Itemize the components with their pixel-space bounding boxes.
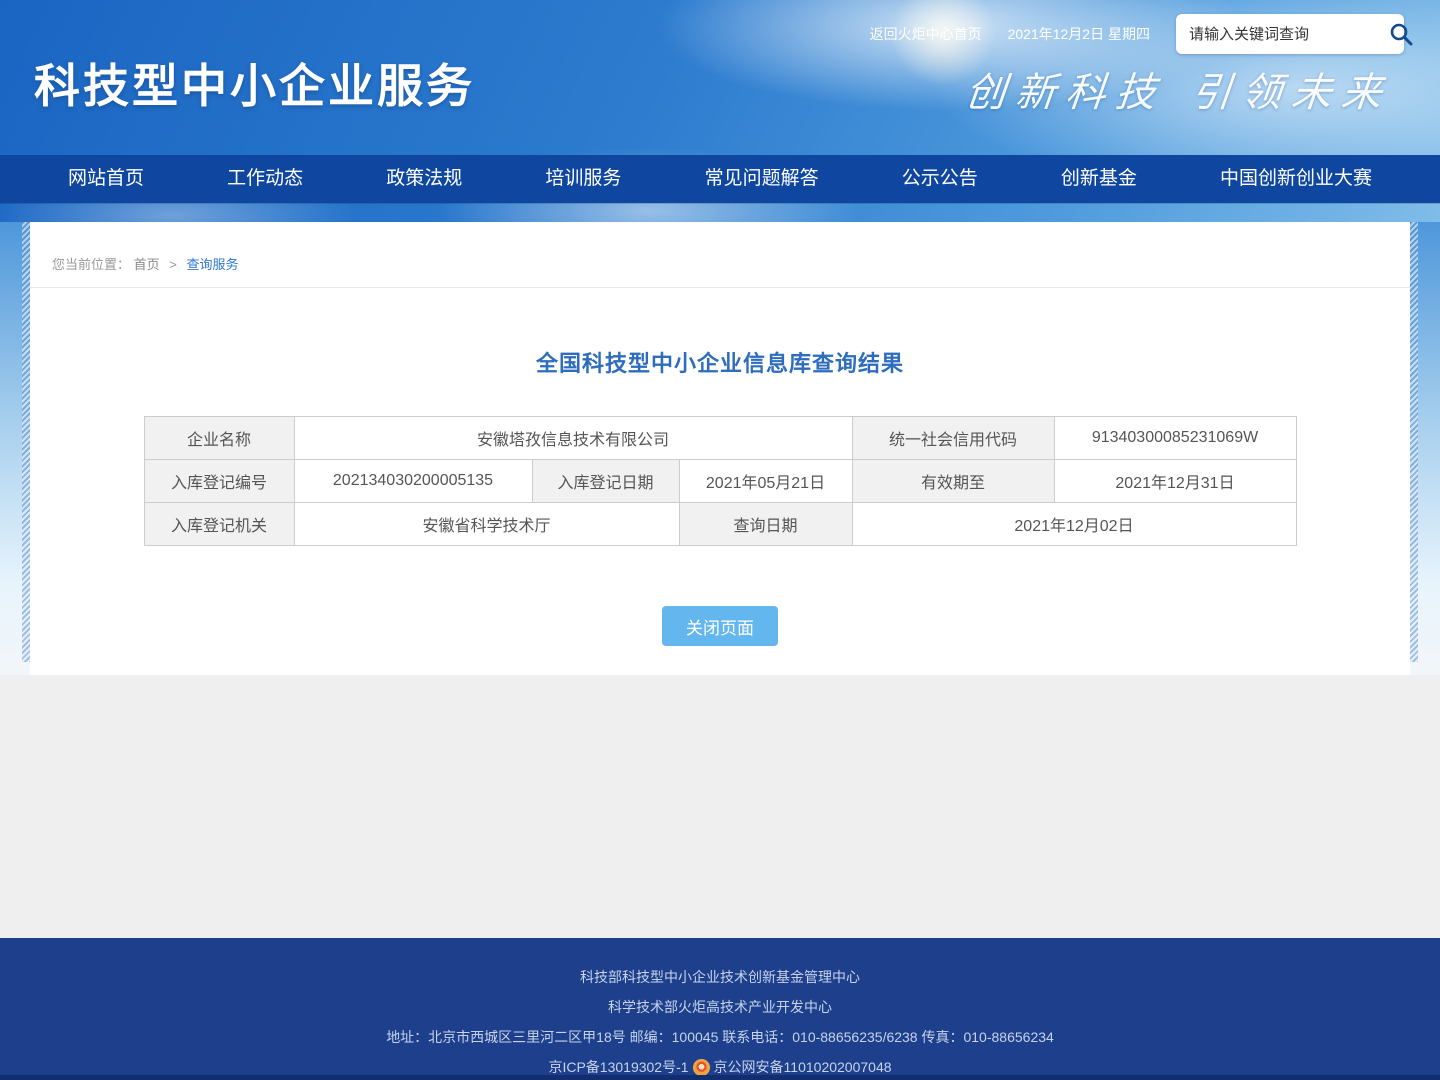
nav-item-announcements[interactable]: 公示公告	[896, 155, 984, 203]
registration-date-label: 入库登记日期	[532, 460, 679, 503]
company-name-label: 企业名称	[144, 417, 294, 460]
company-name-value: 安徽塔孜信息技术有限公司	[294, 417, 852, 460]
nav-item-faq[interactable]: 常见问题解答	[699, 155, 825, 203]
close-page-button[interactable]: 关闭页面	[662, 606, 778, 646]
table-row: 企业名称 安徽塔孜信息技术有限公司 统一社会信用代码 9134030008523…	[144, 417, 1296, 460]
nav-item-training[interactable]: 培训服务	[539, 155, 627, 203]
slogan-text: 创新科技引领未来	[963, 60, 1395, 118]
query-result-table: 企业名称 安徽塔孜信息技术有限公司 统一社会信用代码 9134030008523…	[144, 416, 1297, 546]
top-utility-bar: 返回火炬中心首页 2021年12月2日 星期四	[870, 12, 1404, 56]
query-date-value: 2021年12月02日	[852, 503, 1296, 546]
breadcrumb-home-link[interactable]: 首页	[134, 257, 160, 272]
site-footer: 科技部科技型中小企业技术创新基金管理中心 科学技术部火炬高技术产业开发中心 地址…	[0, 938, 1440, 1080]
police-badge-icon	[693, 1059, 710, 1076]
footer-contact-line: 地址：北京市西城区三里河二区甲18号 邮编：100045 联系电话：010-88…	[0, 1022, 1440, 1052]
search-box[interactable]	[1176, 14, 1404, 54]
content-zone: 您当前位置： 首页 > 查询服务 全国科技型中小企业信息库查询结果 企业名称 安…	[0, 222, 1440, 675]
page-title: 全国科技型中小企业信息库查询结果	[30, 346, 1410, 378]
registration-number-value: 202134030200005135	[294, 460, 532, 503]
footer-icp-line: 京ICP备13019302号-1 京公网安备11010202007048	[0, 1052, 1440, 1080]
search-icon[interactable]	[1388, 21, 1414, 47]
registration-authority-value: 安徽省科学技术厅	[294, 503, 679, 546]
breadcrumb-separator: >	[169, 257, 177, 272]
return-torch-home-link[interactable]: 返回火炬中心首页	[870, 24, 982, 44]
nav-item-home[interactable]: 网站首页	[62, 155, 150, 203]
breadcrumb-prefix: 您当前位置：	[52, 257, 130, 272]
breadcrumb-current-link[interactable]: 查询服务	[187, 257, 239, 272]
content-panel: 您当前位置： 首页 > 查询服务 全国科技型中小企业信息库查询结果 企业名称 安…	[30, 222, 1410, 675]
current-date: 2021年12月2日 星期四	[1008, 24, 1150, 44]
credit-code-label: 统一社会信用代码	[852, 417, 1054, 460]
registration-authority-label: 入库登记机关	[144, 503, 294, 546]
site-logo: 科技型中小企业服务	[34, 50, 475, 116]
table-row: 入库登记编号 202134030200005135 入库登记日期 2021年05…	[144, 460, 1296, 503]
site-header: 科技型中小企业服务 返回火炬中心首页 2021年12月2日 星期四 创新科技引领…	[0, 0, 1440, 222]
icp-number[interactable]: 京ICP备13019302号-1	[548, 1052, 688, 1080]
footer-org-line2: 科学技术部火炬高技术产业开发中心	[0, 992, 1440, 1022]
spacer-background	[0, 675, 1440, 938]
nav-item-work-news[interactable]: 工作动态	[221, 155, 309, 203]
security-record-number[interactable]: 京公网安备11010202007048	[714, 1052, 892, 1080]
main-nav: 网站首页 工作动态 政策法规 培训服务 常见问题解答 公示公告 创新基金 中国创…	[0, 155, 1440, 203]
registration-number-label: 入库登记编号	[144, 460, 294, 503]
table-row: 入库登记机关 安徽省科学技术厅 查询日期 2021年12月02日	[144, 503, 1296, 546]
credit-code-value: 91340300085231069W	[1054, 417, 1296, 460]
nav-item-policies[interactable]: 政策法规	[380, 155, 468, 203]
nav-item-innovation-fund[interactable]: 创新基金	[1055, 155, 1143, 203]
valid-until-label: 有效期至	[852, 460, 1054, 503]
footer-org-line1: 科技部科技型中小企业技术创新基金管理中心	[0, 962, 1440, 992]
breadcrumb: 您当前位置： 首页 > 查询服务	[30, 222, 1410, 288]
valid-until-value: 2021年12月31日	[1054, 460, 1296, 503]
search-input[interactable]	[1189, 26, 1388, 43]
nav-item-competition[interactable]: 中国创新创业大赛	[1214, 155, 1378, 203]
query-date-label: 查询日期	[679, 503, 852, 546]
registration-date-value: 2021年05月21日	[679, 460, 852, 503]
